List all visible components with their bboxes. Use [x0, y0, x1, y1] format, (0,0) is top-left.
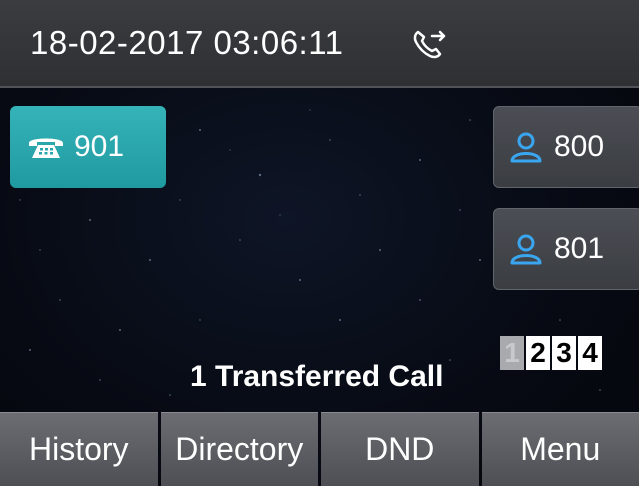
- line-key-label: 801: [554, 232, 605, 265]
- page-1[interactable]: 1: [500, 336, 524, 370]
- page-4[interactable]: 4: [578, 336, 602, 370]
- page-indicator: 1 2 3 4: [500, 336, 602, 370]
- call-forward-icon: [413, 30, 446, 59]
- softkey-bar: History Directory DND Menu: [0, 412, 639, 486]
- transferred-call-notice: 1 Transferred Call: [190, 360, 444, 393]
- directory-softkey[interactable]: Directory: [160, 412, 318, 486]
- page-3[interactable]: 3: [552, 336, 576, 370]
- line-key-label: 901: [74, 130, 125, 163]
- phone-icon: [29, 138, 63, 158]
- line-key-801[interactable]: 801: [493, 208, 639, 290]
- page-2[interactable]: 2: [526, 336, 550, 370]
- history-softkey[interactable]: History: [0, 412, 158, 486]
- dnd-softkey[interactable]: DND: [321, 412, 479, 486]
- line-key-label: 800: [554, 130, 605, 163]
- line-key-800[interactable]: 800: [493, 106, 639, 188]
- phone-screen: 18-02-2017 03:06:11 901 800 801 1 2 3 4 …: [0, 0, 639, 486]
- user-icon: [510, 234, 542, 265]
- menu-softkey[interactable]: Menu: [481, 412, 639, 486]
- line-key-901[interactable]: 901: [10, 106, 166, 188]
- user-icon: [510, 132, 542, 163]
- status-bar: 18-02-2017 03:06:11: [0, 0, 639, 88]
- datetime-display: 18-02-2017 03:06:11: [30, 24, 344, 61]
